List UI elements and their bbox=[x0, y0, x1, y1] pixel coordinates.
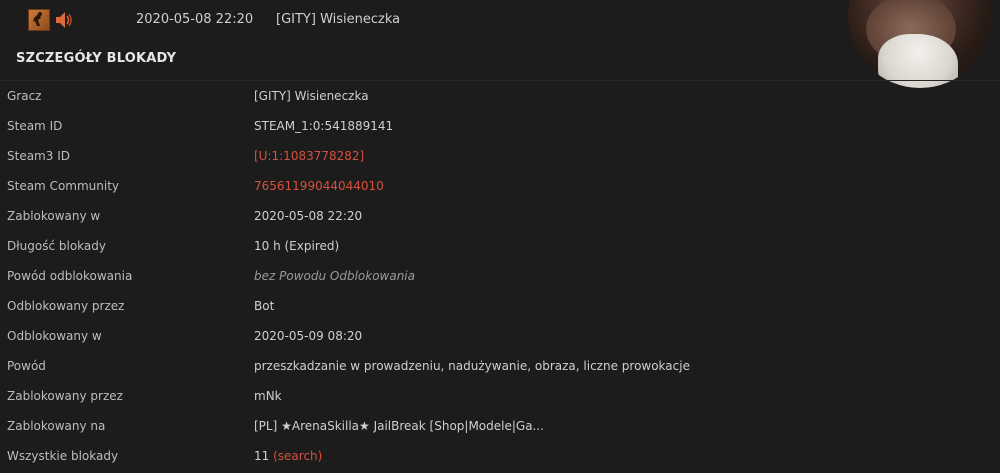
detail-row-server: Zablokowany na [PL] ★ArenaSkilla★ JailBr… bbox=[0, 412, 1000, 442]
divider bbox=[0, 80, 1000, 81]
detail-value: 2020-05-08 22:20 bbox=[254, 209, 363, 223]
detail-value: STEAM_1:0:541889141 bbox=[254, 119, 394, 133]
detail-label: Steam3 ID bbox=[7, 149, 70, 163]
detail-label: Steam ID bbox=[7, 119, 63, 133]
total-bans-count: 11 bbox=[254, 449, 270, 463]
detail-row-unbanned-on: Odblokowany w 2020-05-09 08:20 bbox=[0, 322, 1000, 352]
detail-row-steam3-id: Steam3 ID [U:1:1083778282] bbox=[0, 142, 1000, 172]
ban-date: 2020-05-08 22:20 bbox=[136, 12, 254, 27]
detail-label: Odblokowany przez bbox=[7, 299, 125, 313]
detail-label: Zablokowany w bbox=[7, 209, 101, 223]
detail-value: [PL] ★ArenaSkilla★ JailBreak [Shop|Model… bbox=[254, 419, 544, 433]
detail-row-total-bans: Wszystkie blokady 11 (search) bbox=[0, 442, 1000, 472]
detail-value: przeszkadzanie w prowadzeniu, nadużywani… bbox=[254, 359, 690, 373]
detail-value: [GITY] Wisieneczka bbox=[254, 89, 369, 103]
detail-label: Zablokowany przez bbox=[7, 389, 123, 403]
detail-row-banned-by: Zablokowany przez mNk bbox=[0, 382, 1000, 412]
detail-label: Odblokowany w bbox=[7, 329, 102, 343]
detail-label: Długość blokady bbox=[7, 239, 106, 253]
detail-label: Powód odblokowania bbox=[7, 269, 133, 283]
detail-value-wrap: 11 (search) bbox=[254, 449, 322, 463]
steam3-id-link[interactable]: [U:1:1083778282] bbox=[254, 149, 364, 163]
detail-row-steam-community: Steam Community 76561199044044010 bbox=[0, 172, 1000, 202]
detail-row-banned-on: Zablokowany w 2020-05-08 22:20 bbox=[0, 202, 1000, 232]
detail-row-reason: Powód przeszkadzanie w prowadzeniu, nadu… bbox=[0, 352, 1000, 382]
detail-label: Zablokowany na bbox=[7, 419, 106, 433]
detail-value: bez Powodu Odblokowania bbox=[254, 269, 415, 283]
detail-row-unban-reason: Powód odblokowania bez Powodu Odblokowan… bbox=[0, 262, 1000, 292]
detail-value: mNk bbox=[254, 389, 282, 403]
detail-row-player: Gracz [GITY] Wisieneczka bbox=[0, 82, 1000, 112]
detail-row-ban-length: Długość blokady 10 h (Expired) bbox=[0, 232, 1000, 262]
steam-community-link[interactable]: 76561199044044010 bbox=[254, 179, 384, 193]
detail-value: 2020-05-09 08:20 bbox=[254, 329, 363, 343]
user-avatar bbox=[848, 0, 992, 88]
detail-value: 10 h (Expired) bbox=[254, 239, 340, 253]
detail-value: Bot bbox=[254, 299, 275, 313]
counter-strike-icon bbox=[28, 9, 50, 31]
search-link[interactable]: (search) bbox=[273, 449, 322, 463]
ban-details-page: 2020-05-08 22:20 [GITY] Wisieneczka SZCZ… bbox=[0, 0, 1000, 473]
ban-details-table: Gracz [GITY] Wisieneczka Steam ID STEAM_… bbox=[0, 82, 1000, 472]
detail-label: Wszystkie blokady bbox=[7, 449, 119, 463]
detail-label: Steam Community bbox=[7, 179, 120, 193]
detail-label: Powód bbox=[7, 359, 46, 373]
detail-row-unbanned-by: Odblokowany przez Bot bbox=[0, 292, 1000, 322]
section-title: SZCZEGÓŁY BLOKADY bbox=[16, 51, 177, 66]
detail-row-steam-id: Steam ID STEAM_1:0:541889141 bbox=[0, 112, 1000, 142]
detail-label: Gracz bbox=[7, 89, 42, 103]
speaker-muted-icon bbox=[54, 9, 74, 31]
player-name: [GITY] Wisieneczka bbox=[276, 12, 401, 27]
